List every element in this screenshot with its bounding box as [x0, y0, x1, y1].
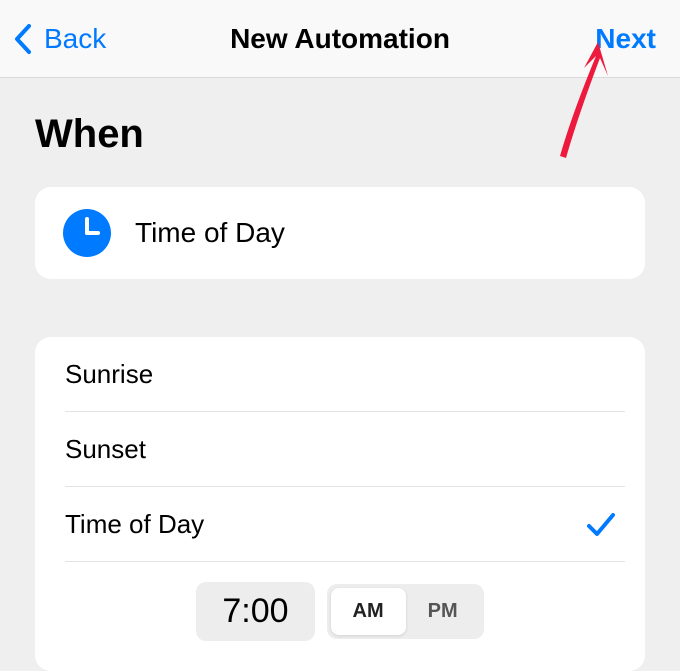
chevron-left-icon [14, 24, 32, 54]
next-label: Next [595, 23, 656, 55]
time-value-button[interactable]: 7:00 [196, 582, 314, 641]
option-label: Sunrise [65, 359, 153, 390]
option-label: Sunset [65, 434, 146, 465]
time-picker-row: 7:00 AM PM [35, 582, 645, 641]
trigger-summary-label: Time of Day [135, 217, 285, 249]
option-label: Time of Day [65, 509, 204, 540]
time-options-card: Sunrise Sunset Time of Day 7:00 AM PM [35, 337, 645, 671]
content-area: When Time of Day Sunrise Sunset Time of … [0, 112, 680, 671]
divider [65, 561, 625, 562]
option-sunset[interactable]: Sunset [35, 412, 645, 487]
pm-button[interactable]: PM [406, 588, 480, 635]
option-time-of-day[interactable]: Time of Day [35, 487, 645, 562]
back-label: Back [44, 23, 106, 55]
section-header-when: When [35, 112, 645, 157]
back-button[interactable]: Back [14, 0, 106, 78]
next-button[interactable]: Next [595, 0, 656, 78]
navigation-bar: Back New Automation Next [0, 0, 680, 78]
trigger-summary-row[interactable]: Time of Day [35, 187, 645, 279]
option-sunrise[interactable]: Sunrise [35, 337, 645, 412]
ampm-segmented-control[interactable]: AM PM [327, 584, 484, 639]
clock-icon [63, 209, 111, 257]
am-button[interactable]: AM [331, 588, 406, 635]
checkmark-icon [587, 512, 615, 538]
